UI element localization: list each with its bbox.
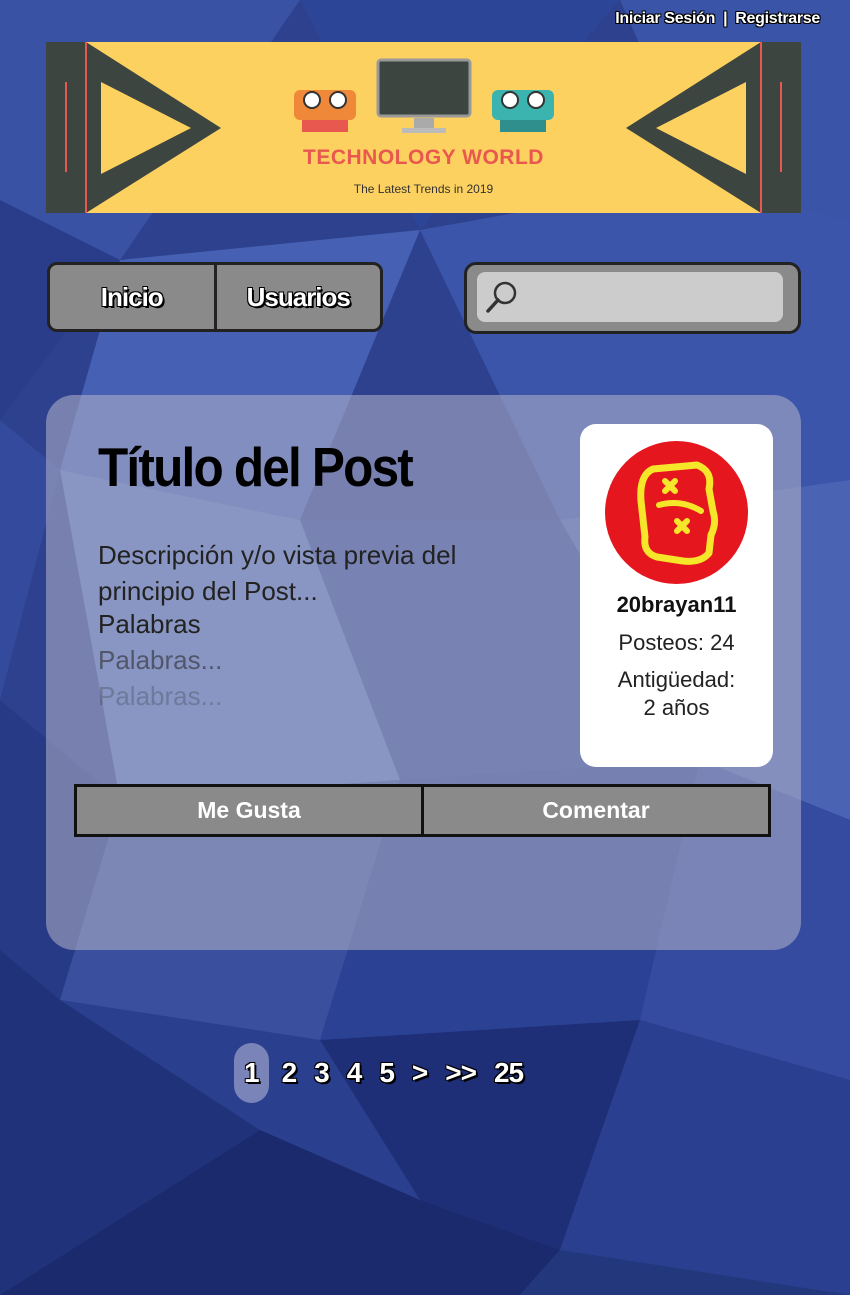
register-link[interactable]: Registrarse (735, 10, 820, 27)
search-input[interactable] (523, 272, 777, 324)
author-age-label: Antigüedad: (617, 667, 736, 692)
search-icon[interactable] (485, 280, 519, 314)
comment-button[interactable]: Comentar (421, 787, 768, 834)
author-username[interactable]: 20brayan11 (580, 592, 773, 618)
auth-links: Iniciar Sesión | Registrarse (615, 10, 820, 28)
post-actions: Me Gusta Comentar (74, 784, 771, 837)
page-4[interactable]: 4 (338, 1057, 371, 1089)
robot-right-icon (492, 90, 554, 132)
site-banner[interactable]: TECHNOLOGY WORLD The Latest Trends in 20… (46, 42, 801, 213)
robot-left-icon (294, 90, 356, 132)
page-next[interactable]: > (403, 1057, 436, 1089)
banner-subtitle: The Latest Trends in 2019 (353, 182, 494, 196)
avatar[interactable] (605, 441, 748, 584)
avatar-logo-icon (637, 461, 719, 565)
banner-title: TECHNOLOGY WORLD (303, 146, 544, 169)
post-preview-line: Palabras... (98, 645, 223, 675)
pagination: 1 2 3 4 5 > >> 25 (234, 1042, 532, 1104)
post-preview-line: Palabras... (98, 681, 223, 711)
auth-separator: | (723, 10, 728, 27)
monitor-icon (376, 58, 472, 133)
page-3[interactable]: 3 (305, 1057, 338, 1089)
author-age-value: 2 años (643, 695, 710, 720)
page-5[interactable]: 5 (370, 1057, 403, 1089)
author-card: 20brayan11 Posteos: 24 Antigüedad: 2 año… (580, 424, 773, 767)
search-box (464, 262, 801, 334)
search-field[interactable] (477, 272, 783, 324)
author-post-count: Posteos: 24 (618, 630, 735, 655)
post-card: Título del Post Descripción y/o vista pr… (46, 395, 801, 950)
nav-home-button[interactable]: Inicio (50, 265, 214, 329)
main-nav: Inicio Usuarios (47, 262, 383, 332)
like-button[interactable]: Me Gusta (77, 787, 421, 834)
page-2[interactable]: 2 (273, 1057, 306, 1089)
post-description: Descripción y/o vista previa del princip… (98, 540, 457, 606)
page-last[interactable]: 25 (485, 1057, 532, 1089)
login-link[interactable]: Iniciar Sesión (615, 10, 715, 27)
page-1[interactable]: 1 (234, 1043, 269, 1103)
page-skip-forward[interactable]: >> (436, 1057, 485, 1089)
nav-users-button[interactable]: Usuarios (213, 265, 381, 329)
post-preview-line: Palabras (98, 609, 201, 639)
post-title[interactable]: Título del Post (98, 435, 414, 499)
